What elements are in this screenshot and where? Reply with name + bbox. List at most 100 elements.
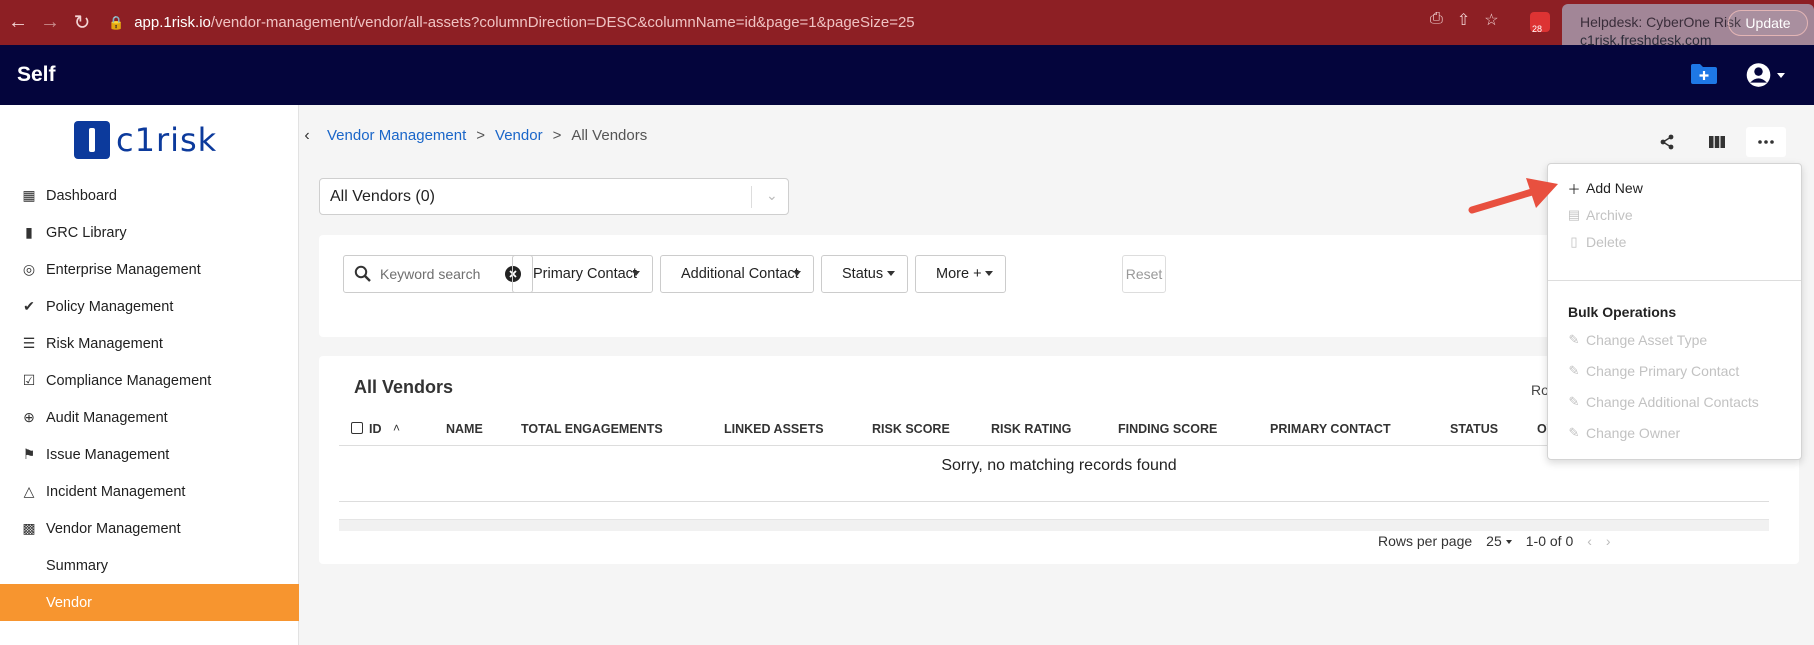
search-icon [354, 265, 371, 282]
logo-text: c1risk [116, 121, 218, 159]
column-header-risk-rating[interactable]: RISK RATING [991, 422, 1071, 436]
plus-icon: ＋ [1567, 181, 1581, 197]
menu-item-label: Delete [1586, 234, 1627, 250]
sidebar-item-compliance-management[interactable]: ☑ Compliance Management [0, 362, 299, 399]
sidebar-item-dashboard[interactable]: ▦ Dashboard [0, 177, 299, 214]
install-app-icon[interactable]: ⎙ [1430, 10, 1443, 30]
filter-label: More + [936, 266, 982, 282]
sidebar: c1risk ▦ Dashboard ▮ GRC Library ◎ Enterpri… [0, 105, 299, 645]
collapse-sidebar-icon[interactable]: ‹ [300, 125, 314, 147]
grid-icon: ▩ [22, 520, 36, 536]
double-check-icon: ✔ [23, 298, 35, 314]
table-title: All Vendors [354, 377, 454, 397]
more-filters-button[interactable]: More + [915, 255, 1006, 293]
globe-icon: ◎ [22, 261, 36, 277]
app-title: Self [17, 63, 56, 86]
previous-page-icon[interactable]: ‹ [1587, 533, 1592, 549]
filter-label: Status [842, 266, 884, 282]
breadcrumb-link-vendor-management[interactable]: Vendor Management [327, 127, 466, 144]
additional-contact-filter[interactable]: Additional Contact [660, 255, 814, 293]
share-icon[interactable]: ⇧ [1457, 10, 1470, 30]
pagination: Rows per page 25 1-0 of 0 ‹ › [1378, 533, 1611, 549]
browser-update-button[interactable]: Update [1728, 10, 1808, 36]
rows-per-page-value: 25 [1486, 533, 1502, 549]
search-input[interactable] [380, 266, 508, 282]
edit-icon: ✎ [1568, 425, 1580, 440]
vendor-view-select[interactable]: All Vendors (0) ⌄ [319, 178, 789, 215]
column-header-finding-score[interactable]: FINDING SCORE [1118, 422, 1217, 436]
menu-item-label: Change Primary Contact [1586, 363, 1740, 379]
horizontal-scrollbar[interactable] [339, 519, 1769, 531]
reset-filters-button[interactable]: Reset [1122, 255, 1166, 293]
vendor-view-value: All Vendors (0) [330, 187, 435, 205]
menu-item-change-primary-contact[interactable]: ✎ Change Primary Contact [1568, 363, 1740, 379]
sidebar-item-label: Incident Management [46, 483, 186, 500]
user-menu-button[interactable] [1745, 59, 1785, 91]
logo[interactable]: c1risk [74, 121, 217, 159]
columns-icon[interactable] [1702, 128, 1732, 156]
status-filter[interactable]: Status [821, 255, 908, 293]
sort-ascending-icon[interactable]: ˄ [393, 421, 400, 435]
primary-contact-filter[interactable]: Primary Contact [512, 255, 653, 293]
rows-per-page-select[interactable]: 25 [1486, 533, 1512, 549]
caret-down-icon [985, 271, 993, 276]
page-toolbar [1652, 127, 1786, 157]
column-header-risk-score[interactable]: RISK SCORE [872, 422, 950, 436]
column-header-status[interactable]: STATUS [1450, 422, 1498, 436]
sidebar-item-incident-management[interactable]: △ Incident Management [0, 473, 299, 510]
sidebar-subitem-summary[interactable]: Summary [0, 547, 299, 584]
menu-item-archive[interactable]: ▤ Archive [1568, 207, 1633, 223]
next-page-icon[interactable]: › [1606, 533, 1611, 549]
sidebar-item-risk-management[interactable]: ☰ Risk Management [0, 325, 299, 362]
list-icon: ☰ [22, 335, 36, 351]
address-bar[interactable]: 🔒 app.1risk.io/vendor-management/vendor/… [108, 7, 1538, 39]
menu-item-change-additional-contacts[interactable]: ✎ Change Additional Contacts [1568, 394, 1759, 410]
breadcrumb-link-vendor[interactable]: Vendor [495, 127, 543, 144]
archive-icon: ▤ [1567, 207, 1581, 222]
column-header-id[interactable]: ID [369, 422, 382, 436]
share-icon[interactable] [1652, 128, 1682, 156]
column-header-name[interactable]: NAME [446, 422, 483, 436]
forward-icon[interactable]: → [38, 11, 62, 35]
breadcrumb-current: All Vendors [571, 127, 648, 144]
row-divider [339, 501, 1769, 502]
sidebar-subitem-vendor[interactable]: Vendor [0, 584, 299, 621]
breadcrumb-separator: > [552, 127, 562, 144]
address-bar-icons: ⎙ ⇧ ☆ [1430, 10, 1499, 30]
url-host: app.1risk.io [134, 14, 211, 31]
sidebar-item-label: Issue Management [46, 446, 170, 463]
chevron-down-icon[interactable]: ⌄ [766, 187, 778, 204]
column-header-total-engagements[interactable]: TOTAL ENGAGEMENTS [521, 422, 663, 436]
edit-icon: ✎ [1568, 394, 1580, 409]
reload-icon[interactable]: ↻ [70, 11, 94, 35]
sidebar-item-label: Risk Management [46, 335, 163, 352]
add-folder-icon[interactable] [1690, 63, 1718, 85]
sidebar-item-label: Policy Management [46, 298, 174, 315]
breadcrumb: Vendor Management > Vendor > All Vendors [327, 127, 647, 144]
column-header-primary-contact[interactable]: PRIMARY CONTACT [1270, 422, 1391, 436]
sidebar-item-enterprise-management[interactable]: ◎ Enterprise Management [0, 251, 299, 288]
sidebar-item-vendor-management[interactable]: ▩ Vendor Management [0, 510, 299, 547]
caret-down-icon [632, 271, 640, 276]
extension-badge: 28 [1532, 24, 1543, 34]
sidebar-item-issue-management[interactable]: ⚑ Issue Management [0, 436, 299, 473]
menu-item-delete[interactable]: ▯ Delete [1568, 234, 1626, 250]
menu-item-change-owner[interactable]: ✎ Change Owner [1568, 425, 1681, 441]
edit-icon: ✎ [1568, 363, 1580, 378]
fire-icon: △ [23, 483, 35, 499]
book-icon: ▮ [25, 224, 33, 240]
dashboard-icon: ▦ [22, 187, 36, 203]
select-all-checkbox[interactable] [351, 422, 363, 434]
bookmark-star-icon[interactable]: ☆ [1484, 10, 1498, 30]
more-options-button[interactable] [1746, 127, 1786, 157]
sidebar-item-grc-library[interactable]: ▮ GRC Library [0, 214, 299, 251]
back-icon[interactable]: ← [6, 11, 30, 35]
keyword-search[interactable] [343, 255, 533, 293]
column-header-linked-assets[interactable]: LINKED ASSETS [724, 422, 824, 436]
menu-item-add-new[interactable]: ＋ Add New [1567, 180, 1643, 197]
menu-divider [1548, 280, 1801, 281]
sidebar-item-policy-management[interactable]: ✔ Policy Management [0, 288, 299, 325]
sidebar-item-audit-management[interactable]: ⊕ Audit Management [0, 399, 299, 436]
menu-item-label: Add New [1586, 180, 1643, 196]
menu-item-change-asset-type[interactable]: ✎ Change Asset Type [1568, 332, 1708, 348]
